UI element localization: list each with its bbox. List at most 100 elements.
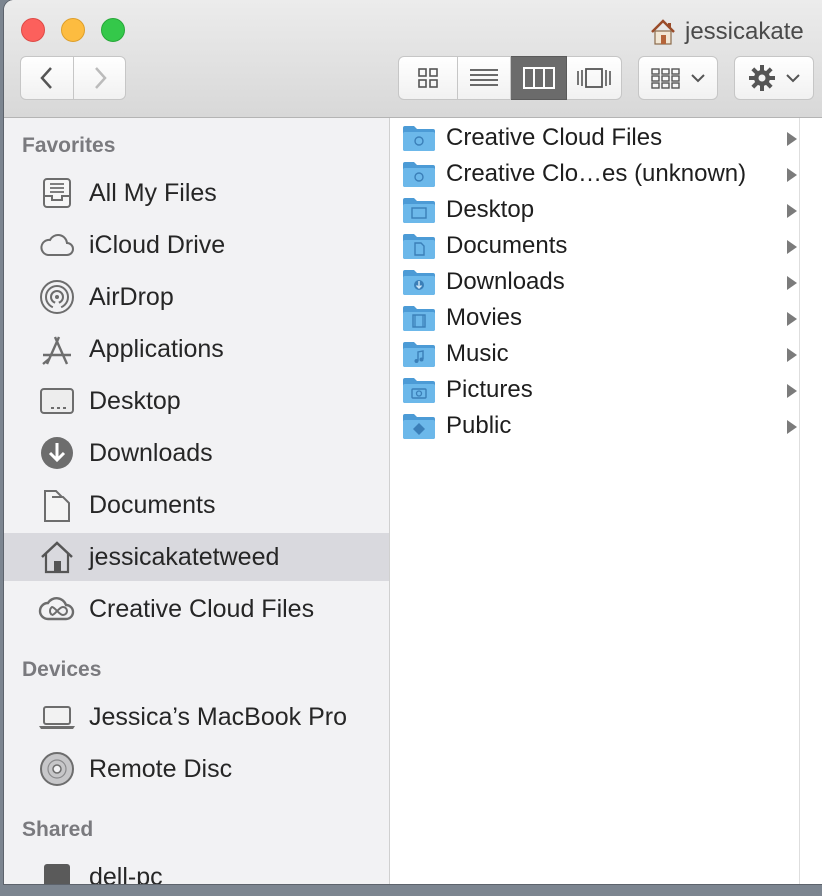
cover-flow-button[interactable]: [567, 56, 622, 100]
arrange-button[interactable]: [638, 56, 718, 100]
list-view-icon: [470, 69, 498, 86]
list-item[interactable]: Public: [390, 408, 799, 444]
sidebar-item-label: Documents: [89, 490, 216, 519]
forward-button[interactable]: [74, 56, 126, 100]
creative-cloud-icon: [38, 597, 75, 621]
sidebar-item-label: Creative Cloud Files: [89, 594, 315, 623]
list-item[interactable]: Downloads: [390, 264, 799, 300]
sidebar-item-label: Downloads: [89, 438, 213, 467]
laptop-icon: [39, 706, 75, 729]
sidebar-item-all-my-files[interactable]: All My Files: [4, 169, 389, 217]
list-item[interactable]: Pictures: [390, 372, 799, 408]
item-name: Movies: [446, 304, 523, 331]
item-name: Creative Cloud Files: [446, 124, 663, 151]
sidebar-item-applications[interactable]: Applications: [4, 325, 389, 373]
sidebar-item-remote-disc[interactable]: Remote Disc: [4, 745, 389, 793]
item-name: Pictures: [446, 376, 533, 403]
toolbar: jessicakate: [4, 0, 822, 118]
column-view-button[interactable]: [511, 56, 567, 100]
sidebar-item-label: Remote Disc: [89, 754, 233, 783]
list-item[interactable]: Creative Cloud Files: [390, 120, 799, 156]
item-name: Creative Clo…es (unknown): [446, 160, 747, 187]
favorites-header: Favorites: [22, 134, 116, 157]
folder-icon: [403, 342, 435, 367]
disclosure-triangle-icon: [787, 420, 797, 434]
applications-icon: [42, 336, 71, 365]
sidebar-item-airdrop[interactable]: AirDrop: [4, 273, 389, 321]
disclosure-triangle-icon: [787, 312, 797, 326]
documents-icon: [44, 490, 70, 522]
disclosure-triangle-icon: [787, 384, 797, 398]
chevron-down-icon: [786, 74, 800, 83]
back-button[interactable]: [20, 56, 74, 100]
desktop-icon: [40, 388, 74, 414]
item-name: Music: [446, 340, 509, 367]
disclosure-triangle-icon: [787, 240, 797, 254]
cloud-icon: [40, 234, 74, 256]
sidebar-item-label: Applications: [89, 334, 224, 363]
sidebar-item-desktop[interactable]: Desktop: [4, 377, 389, 425]
devices-header: Devices: [22, 658, 102, 681]
home-icon: [651, 19, 675, 45]
folder-icon: [403, 198, 435, 223]
folder-icon: [403, 414, 435, 439]
disc-icon: [40, 752, 74, 786]
folder-icon: [403, 162, 435, 187]
cover-flow-icon: [577, 68, 611, 88]
folder-icon: [403, 126, 435, 151]
column-view-icon: [522, 67, 555, 89]
gear-icon: [749, 65, 775, 91]
list-item[interactable]: Creative Clo…es (unknown): [390, 156, 799, 192]
item-name: Public: [446, 412, 512, 439]
list-item[interactable]: Desktop: [390, 192, 799, 228]
item-name: Downloads: [446, 268, 565, 295]
chevron-left-icon: [40, 67, 52, 89]
window-title-text: jessicakate: [685, 18, 804, 45]
minimize-button[interactable]: [61, 18, 85, 42]
sidebar-item-label: Desktop: [89, 386, 181, 415]
chevron-right-icon: [94, 67, 107, 89]
sidebar-item-label: dell-pc: [89, 862, 163, 885]
icon-view-button[interactable]: [398, 56, 458, 100]
pc-icon: [44, 864, 70, 884]
sidebar-item-creative-cloud[interactable]: Creative Cloud Files: [4, 585, 389, 633]
folder-icon: [403, 234, 435, 259]
empty-column: [800, 118, 822, 884]
close-button[interactable]: [21, 18, 45, 42]
list-item[interactable]: Movies: [390, 300, 799, 336]
disclosure-triangle-icon: [787, 348, 797, 362]
folder-icon: [403, 270, 435, 295]
finder-window: jessicakate Favorites All My Files iClou…: [4, 0, 822, 884]
action-button[interactable]: [734, 56, 814, 100]
item-name: Documents: [446, 232, 568, 259]
sidebar-item-dell-pc[interactable]: dell-pc: [4, 853, 389, 884]
chevron-down-icon: [691, 74, 705, 83]
icon-view-icon: [418, 68, 438, 88]
airdrop-icon: [40, 280, 74, 314]
sidebar-item-downloads[interactable]: Downloads: [4, 429, 389, 477]
shared-header: Shared: [22, 818, 94, 841]
folder-icon: [403, 378, 435, 403]
list-view-button[interactable]: [458, 56, 511, 100]
sidebar-item-home[interactable]: jessicakatetweed: [4, 533, 389, 581]
disclosure-triangle-icon: [787, 276, 797, 290]
home-icon: [41, 541, 73, 574]
list-item[interactable]: Music: [390, 336, 799, 372]
sidebar: Favorites All My Files iCloud Drive AirD…: [4, 118, 390, 884]
sidebar-item-macbook[interactable]: Jessica’s MacBook Pro: [4, 693, 389, 741]
sidebar-item-label: jessicakatetweed: [89, 542, 280, 571]
sidebar-item-label: iCloud Drive: [89, 230, 226, 259]
sidebar-item-label: AirDrop: [89, 282, 174, 311]
disclosure-triangle-icon: [787, 132, 797, 146]
arrange-grid-icon: [651, 68, 680, 89]
sidebar-item-documents[interactable]: Documents: [4, 481, 389, 529]
list-item[interactable]: Documents: [390, 228, 799, 264]
folder-icon: [403, 306, 435, 331]
disclosure-triangle-icon: [787, 168, 797, 182]
disclosure-triangle-icon: [787, 204, 797, 218]
sidebar-item-label: All My Files: [89, 178, 217, 207]
window-title: jessicakate: [649, 14, 804, 50]
download-icon: [41, 437, 73, 469]
sidebar-item-icloud-drive[interactable]: iCloud Drive: [4, 221, 389, 269]
zoom-button[interactable]: [101, 18, 125, 42]
